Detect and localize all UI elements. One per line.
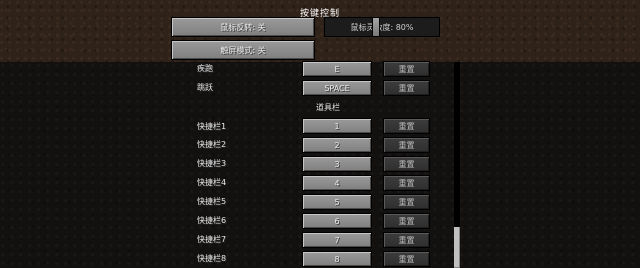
key-binding-hotbar-1[interactable]: 1 <box>302 118 372 134</box>
reset-button-hotbar-7[interactable]: 重置 <box>383 232 430 248</box>
control-label-hotbar-5: 快捷栏5 <box>197 197 227 206</box>
control-label-hotbar-1: 快捷栏1 <box>197 122 227 131</box>
control-label-hotbar-6: 快捷栏6 <box>197 216 227 225</box>
reset-button-hotbar-5[interactable]: 重置 <box>383 194 430 210</box>
reset-button-sprint[interactable]: 重置 <box>383 61 430 77</box>
reset-button-hotbar-1[interactable]: 重置 <box>383 118 430 134</box>
key-binding-hotbar-3[interactable]: 3 <box>302 156 372 172</box>
control-label-hotbar-8: 快捷栏8 <box>197 254 227 263</box>
key-binding-hotbar-8[interactable]: 8 <box>302 251 372 267</box>
reset-button-hotbar-6[interactable]: 重置 <box>383 213 430 229</box>
control-label-hotbar-7: 快捷栏7 <box>197 235 227 244</box>
control-label-jump: 跳跃 <box>197 83 213 92</box>
reset-button-hotbar-8[interactable]: 重置 <box>383 251 430 267</box>
key-binding-hotbar-7[interactable]: 7 <box>302 232 372 248</box>
reset-button-hotbar-3[interactable]: 重置 <box>383 156 430 172</box>
control-label-hotbar-3: 快捷栏3 <box>197 159 227 168</box>
control-label-sprint: 疾跑 <box>197 64 213 73</box>
sensitivity-slider[interactable]: 鼠标灵敏度: 80% <box>324 17 440 37</box>
reset-button-jump[interactable]: 重置 <box>383 80 430 96</box>
reset-button-hotbar-4[interactable]: 重置 <box>383 175 430 191</box>
key-binding-sprint[interactable]: E <box>302 61 372 77</box>
key-binding-hotbar-6[interactable]: 6 <box>302 213 372 229</box>
control-label-hotbar-4: 快捷栏4 <box>197 178 227 187</box>
touch-mode-button[interactable]: 触屏模式: 关 <box>171 40 315 60</box>
key-binding-hotbar-2[interactable]: 2 <box>302 137 372 153</box>
section-title-inventory: 道具栏 <box>316 103 340 112</box>
key-binding-jump[interactable]: SPACE <box>302 80 372 96</box>
scrollbar-thumb[interactable] <box>454 227 460 268</box>
invert-mouse-button[interactable]: 鼠标反转: 关 <box>171 17 315 37</box>
control-label-hotbar-2: 快捷栏2 <box>197 140 227 149</box>
reset-button-hotbar-2[interactable]: 重置 <box>383 137 430 153</box>
page-title: 按键控制 <box>299 9 340 19</box>
sensitivity-label: 鼠标灵敏度: 80% <box>350 22 414 32</box>
key-binding-hotbar-5[interactable]: 5 <box>302 194 372 210</box>
key-binding-hotbar-4[interactable]: 4 <box>302 175 372 191</box>
sensitivity-slider-handle[interactable] <box>372 17 380 37</box>
